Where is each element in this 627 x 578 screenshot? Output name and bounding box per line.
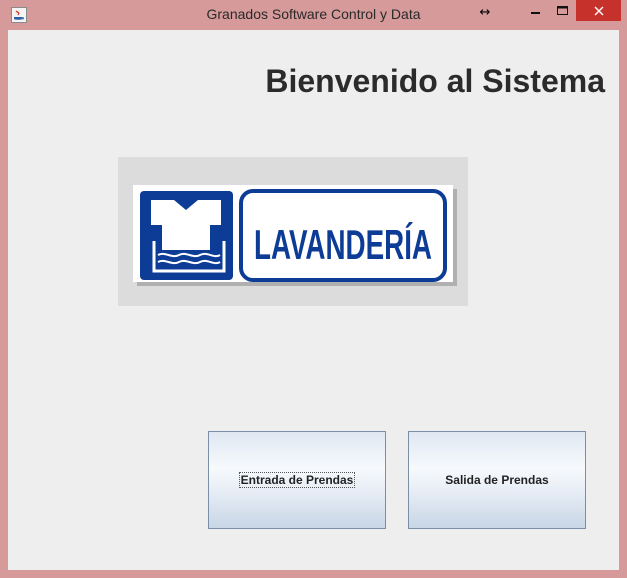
lavanderia-logo: LAVANDERÍA: [118, 157, 468, 306]
close-icon: [594, 6, 603, 15]
app-window: Granados Software Control y Data ↔ Bienv…: [0, 0, 627, 578]
entrada-de-prendas-label: Entrada de Prendas: [238, 472, 356, 488]
maximize-icon: [557, 5, 568, 15]
salida-de-prendas-label: Salida de Prendas: [445, 473, 549, 487]
minimize-button[interactable]: [522, 0, 549, 21]
title-bar[interactable]: Granados Software Control y Data ↔: [0, 0, 627, 30]
content-panel: Bienvenido al Sistema LAVANDERÍA Entrada…: [8, 30, 619, 570]
logo-text: LAVANDERÍA: [254, 221, 432, 268]
minimize-icon: [530, 11, 540, 14]
entrada-de-prendas-button[interactable]: Entrada de Prendas: [208, 431, 386, 529]
salida-de-prendas-button[interactable]: Salida de Prendas: [408, 431, 586, 529]
maximize-button[interactable]: [549, 0, 576, 21]
close-button[interactable]: [576, 0, 621, 21]
welcome-heading: Bienvenido al Sistema: [265, 63, 605, 99]
resize-icon[interactable]: ↔: [472, 2, 498, 23]
